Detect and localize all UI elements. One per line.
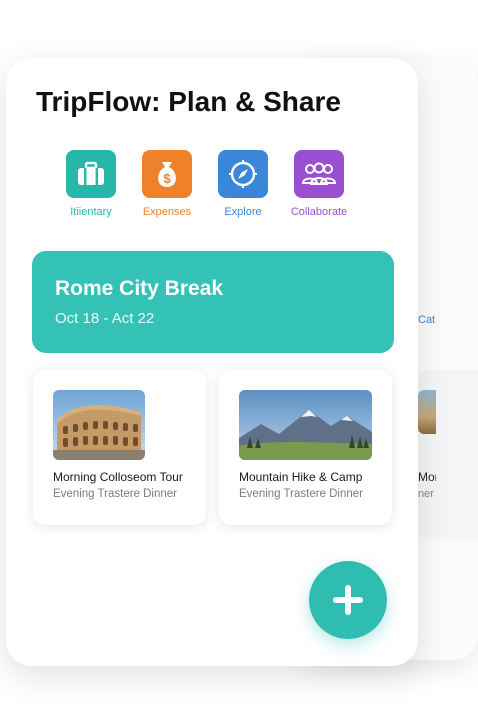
nav-item-collaborate[interactable]: Collaborate xyxy=(279,150,359,218)
nav-label-itinerary: Itiientary xyxy=(70,206,112,218)
svg-text:$: $ xyxy=(163,171,171,186)
background-activity-subtitle: ner xyxy=(418,488,434,500)
nav-label-expenses: Expenses xyxy=(142,206,192,218)
nav-item-expenses[interactable]: $ Expenses xyxy=(127,150,207,218)
money-bag-icon: $ xyxy=(142,150,192,198)
activity-subtitle: Evening Trastere Dinner xyxy=(239,488,364,500)
page-title: TripFlow: Plan & Share xyxy=(36,86,341,117)
activity-title: Mountain Hike & Camp xyxy=(239,470,363,484)
activity-card[interactable]: Morning Colloseom Tour Evening Trastere … xyxy=(33,370,206,525)
nav-item-itinerary[interactable]: Itiientary xyxy=(51,150,131,218)
mountain-photo xyxy=(239,390,372,460)
plus-icon xyxy=(333,585,363,615)
activity-card[interactable]: Mountain Hike & Camp Evening Trastere Di… xyxy=(219,370,392,525)
trip-card[interactable]: Rome City Break Oct 18 - Act 22 xyxy=(32,251,394,353)
activity-subtitle: Evening Trastere Dinner xyxy=(53,488,178,500)
activity-title: Morning Colloseom Tour xyxy=(53,470,183,484)
background-card-label: Cat xyxy=(418,314,436,326)
add-button[interactable] xyxy=(309,561,387,639)
feature-nav: Itiientary $ Expenses Explore Collaborat… xyxy=(58,150,378,230)
background-activity-title: Mon xyxy=(418,470,436,484)
colosseum-photo xyxy=(53,390,145,460)
nav-label-collaborate: Collaborate xyxy=(290,206,348,218)
compass-icon xyxy=(218,150,268,198)
trip-dates: Oct 18 - Act 22 xyxy=(55,310,155,327)
suitcase-icon xyxy=(66,150,116,198)
group-icon xyxy=(294,150,344,198)
nav-label-explore: Explore xyxy=(224,206,262,218)
trip-title: Rome City Break xyxy=(55,277,224,300)
app-screen: Cat Mon ner TripFlow: Plan & Share Itiie… xyxy=(0,0,478,714)
background-activity-photo xyxy=(418,390,436,434)
main-card: TripFlow: Plan & Share Itiientary $ Expe… xyxy=(6,58,418,666)
nav-item-explore[interactable]: Explore xyxy=(203,150,283,218)
